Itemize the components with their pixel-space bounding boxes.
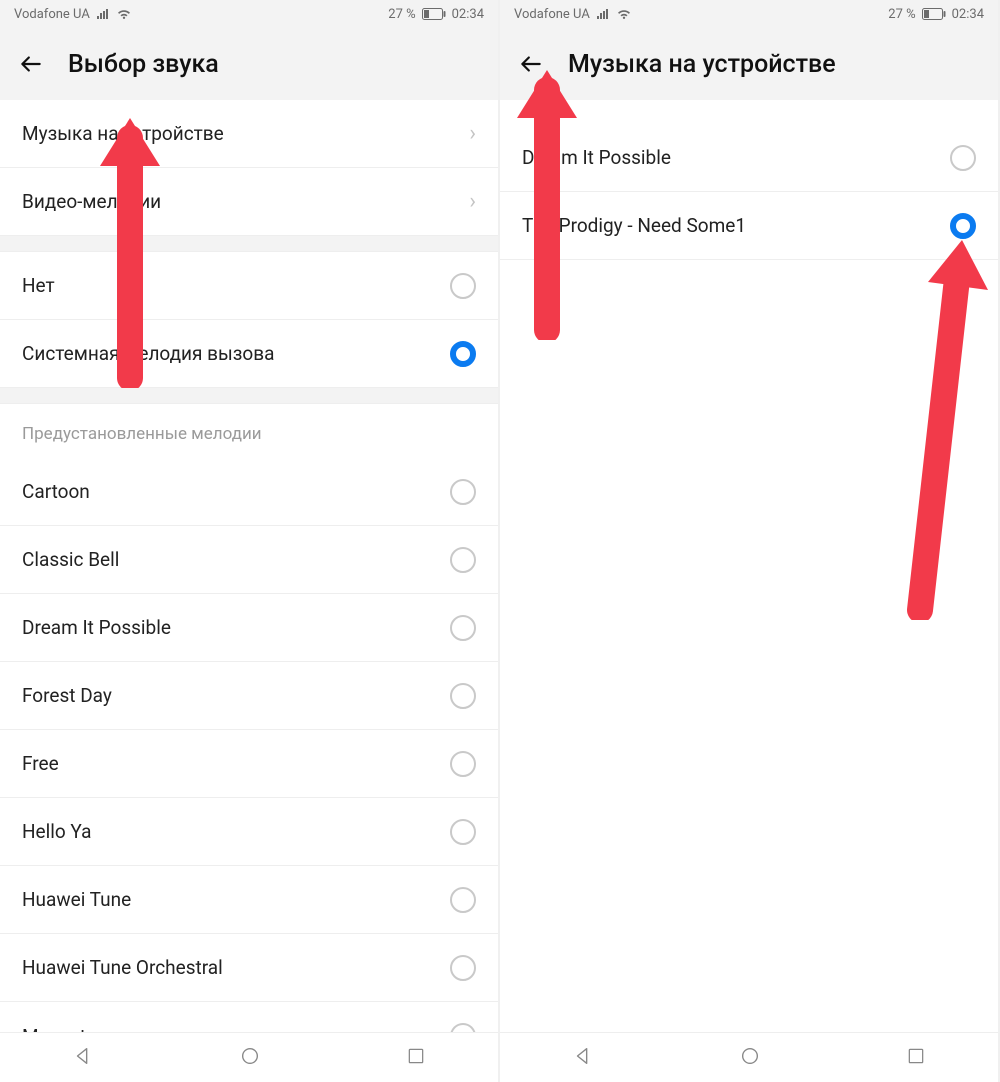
radio-item-label: Classic Bell — [22, 548, 119, 571]
radio-item-label: Huawei Tune — [22, 888, 131, 911]
radio-icon — [450, 615, 476, 641]
nav-home-icon[interactable] — [239, 1045, 261, 1071]
battery-icon — [922, 8, 946, 20]
radio-item-label: Dream It Possible — [22, 616, 171, 639]
radio-icon — [950, 145, 976, 171]
android-nav-bar — [500, 1032, 998, 1082]
clock-label: 02:34 — [952, 7, 984, 22]
radio-icon — [450, 887, 476, 913]
section-header-presets: Предустановленные мелодии — [0, 404, 498, 458]
radio-icon — [450, 683, 476, 709]
radio-item-system-ringtone[interactable]: Системная мелодия вызова — [0, 320, 498, 388]
radio-icon — [450, 751, 476, 777]
nav-home-icon[interactable] — [739, 1045, 761, 1071]
radio-icon — [450, 273, 476, 299]
signal-icon — [596, 8, 610, 20]
radio-item-label: The Prodigy - Need Some1 — [522, 214, 746, 237]
radio-icon — [450, 1023, 476, 1032]
page-header: Музыка на устройстве — [500, 28, 998, 100]
radio-icon — [450, 955, 476, 981]
radio-item-label: Free — [22, 752, 59, 775]
content-area: Музыка на устройстве › Видео-мелодии › Н… — [0, 100, 498, 1032]
carrier-label: Vodafone UA — [514, 7, 590, 22]
back-arrow-icon[interactable] — [18, 51, 44, 77]
nav-item-music-on-device[interactable]: Музыка на устройстве › — [0, 100, 498, 168]
content-area: Dream It Possible The Prodigy - Need Som… — [500, 100, 998, 1032]
radio-icon — [450, 341, 476, 367]
back-arrow-icon[interactable] — [518, 51, 544, 77]
radio-item-label: Huawei Tune Orchestral — [22, 956, 223, 979]
signal-icon — [96, 8, 110, 20]
clock-label: 02:34 — [452, 7, 484, 22]
phone-right: Vodafone UA 27 % 02:34 Музыка на устройс… — [500, 0, 1000, 1082]
radio-item-label: Forest Day — [22, 684, 112, 707]
page-title: Выбор звука — [68, 50, 219, 79]
page-title: Музыка на устройстве — [568, 50, 836, 79]
radio-item-label: Нет — [22, 274, 55, 297]
nav-recent-icon[interactable] — [906, 1046, 926, 1070]
nav-item-label: Музыка на устройстве — [22, 122, 224, 145]
nav-recent-icon[interactable] — [406, 1046, 426, 1070]
section-divider — [0, 388, 498, 404]
radio-item-preset[interactable]: Classic Bell — [0, 526, 498, 594]
radio-item-label: Menuet — [22, 1025, 86, 1033]
nav-item-video-melodies[interactable]: Видео-мелодии › — [0, 168, 498, 236]
radio-item-label: Cartoon — [22, 480, 90, 503]
battery-icon — [422, 8, 446, 20]
radio-item-track[interactable]: The Prodigy - Need Some1 — [500, 192, 998, 260]
wifi-icon — [616, 8, 632, 20]
phone-left: Vodafone UA 27 % 02:34 Выбор звука Музык… — [0, 0, 500, 1082]
status-bar: Vodafone UA 27 % 02:34 — [0, 0, 498, 28]
radio-item-label: Системная мелодия вызова — [22, 342, 274, 365]
nav-item-label: Видео-мелодии — [22, 190, 161, 213]
radio-item-preset[interactable]: Huawei Tune Orchestral — [0, 934, 498, 1002]
radio-item-preset[interactable]: Hello Ya — [0, 798, 498, 866]
radio-item-none[interactable]: Нет — [0, 252, 498, 320]
radio-icon — [950, 213, 976, 239]
status-bar: Vodafone UA 27 % 02:34 — [500, 0, 998, 28]
radio-item-label: Dream It Possible — [522, 146, 671, 169]
radio-icon — [450, 819, 476, 845]
radio-icon — [450, 547, 476, 573]
android-nav-bar — [0, 1032, 498, 1082]
radio-item-preset[interactable]: Huawei Tune — [0, 866, 498, 934]
chevron-right-icon: › — [469, 121, 476, 146]
radio-item-preset[interactable]: Forest Day — [0, 662, 498, 730]
radio-item-label: Hello Ya — [22, 820, 92, 843]
radio-item-preset[interactable]: Cartoon — [0, 458, 498, 526]
battery-percent: 27 % — [388, 7, 415, 22]
radio-item-preset[interactable]: Dream It Possible — [0, 594, 498, 662]
battery-percent: 27 % — [888, 7, 915, 22]
carrier-label: Vodafone UA — [14, 7, 90, 22]
radio-item-track[interactable]: Dream It Possible — [500, 124, 998, 192]
nav-back-icon[interactable] — [72, 1045, 94, 1071]
wifi-icon — [116, 8, 132, 20]
nav-back-icon[interactable] — [572, 1045, 594, 1071]
chevron-right-icon: › — [469, 189, 476, 214]
section-divider — [0, 236, 498, 252]
page-header: Выбор звука — [0, 28, 498, 100]
radio-icon — [450, 479, 476, 505]
radio-item-preset[interactable]: Menuet — [0, 1002, 498, 1032]
radio-item-preset[interactable]: Free — [0, 730, 498, 798]
